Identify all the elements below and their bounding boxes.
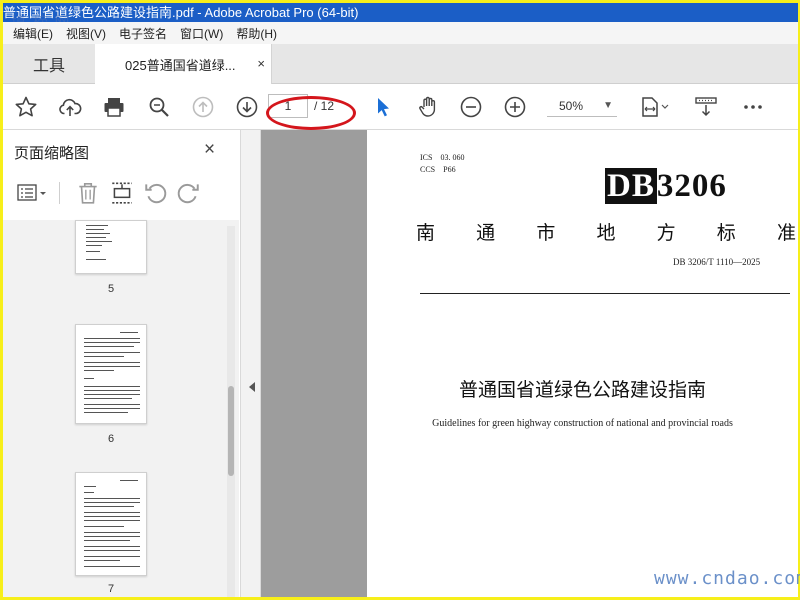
ics-value: 03. 060 bbox=[440, 153, 465, 162]
heading-char: 标 bbox=[716, 222, 736, 244]
zoom-level-value: 50% bbox=[559, 99, 584, 113]
heading-char: 通 bbox=[476, 222, 496, 244]
hand-icon[interactable] bbox=[415, 94, 441, 120]
rotate-right-icon[interactable] bbox=[175, 180, 201, 206]
heading-char: 方 bbox=[656, 222, 676, 244]
toolbar-divider bbox=[59, 182, 60, 204]
trash-icon[interactable] bbox=[75, 180, 101, 206]
insert-page-icon[interactable] bbox=[109, 180, 135, 206]
document-title-en: Guidelines for green highway constructio… bbox=[432, 418, 733, 429]
fit-page-icon[interactable] bbox=[637, 94, 673, 120]
thumbnail-page-6[interactable] bbox=[75, 324, 147, 424]
standard-number: DB 3206/T 1110—2025 bbox=[673, 257, 761, 267]
thumbnail-page-7[interactable] bbox=[75, 472, 147, 576]
db-prefix: DB bbox=[605, 168, 657, 204]
print-icon[interactable] bbox=[101, 94, 127, 120]
thumbnail-panel: 页面缩略图 × 5 6 7 bbox=[3, 130, 241, 597]
tab-close-icon[interactable]: × bbox=[257, 56, 265, 71]
header-divider bbox=[420, 293, 790, 294]
tab-document-label: 025普通国省道绿... bbox=[125, 57, 236, 73]
arrow-up-icon[interactable] bbox=[190, 94, 216, 120]
app-window: 普通国省道绿色公路建设指南.pdf - Adobe Acrobat Pro (6… bbox=[3, 3, 798, 597]
thumbnail-list: 5 6 7 bbox=[3, 220, 239, 597]
document-title-cn: 普通国省道绿色公路建设指南 bbox=[458, 379, 706, 401]
tab-bar: 工具 025普通国省道绿... × bbox=[3, 44, 798, 84]
title-bar: 普通国省道绿色公路建设指南.pdf - Adobe Acrobat Pro (6… bbox=[3, 3, 798, 22]
select-pointer-icon[interactable] bbox=[370, 94, 396, 120]
db-standard-code: DB3206 bbox=[605, 168, 727, 205]
rotate-left-icon[interactable] bbox=[143, 180, 169, 206]
zoom-out-icon[interactable] bbox=[458, 94, 484, 120]
tab-document[interactable]: 025普通国省道绿... × bbox=[95, 44, 272, 84]
standard-type-heading: 南 通 市 地 方 标 准 bbox=[416, 218, 796, 245]
heading-char: 市 bbox=[536, 222, 556, 244]
more-icon[interactable] bbox=[740, 94, 766, 120]
tab-tools[interactable]: 工具 bbox=[3, 44, 95, 84]
thumbnail-number: 6 bbox=[107, 433, 115, 445]
zoom-search-icon[interactable] bbox=[146, 94, 172, 120]
ccs-value: P66 bbox=[443, 165, 456, 174]
document-view[interactable]: ICS 03. 060 CCS P66 DB3206 南 通 市 地 方 标 准 D… bbox=[261, 130, 798, 597]
heading-char: 地 bbox=[596, 222, 616, 244]
thumbnail-page-5[interactable] bbox=[75, 220, 147, 274]
ics-ccs-block: ICS 03. 060 CCS P66 bbox=[420, 152, 464, 176]
bottom-watermark: www.cndao.com bbox=[654, 568, 800, 589]
chevron-down-icon: ▼ bbox=[603, 100, 613, 111]
heading-char: 准 bbox=[776, 222, 796, 244]
scrollbar-thumb[interactable] bbox=[228, 386, 234, 476]
zoom-level-select[interactable]: 50% ▼ bbox=[547, 95, 617, 117]
document-page: ICS 03. 060 CCS P66 DB3206 南 通 市 地 方 标 准 D… bbox=[367, 130, 798, 597]
panel-title: 页面缩略图 bbox=[14, 145, 90, 162]
panel-close-icon[interactable]: × bbox=[204, 139, 215, 161]
panel-collapse-strip[interactable] bbox=[241, 130, 261, 597]
menu-view[interactable]: 视图(V) bbox=[66, 25, 106, 42]
zoom-in-icon[interactable] bbox=[502, 94, 528, 120]
ccs-label: CCS bbox=[420, 165, 436, 174]
menu-help[interactable]: 帮助(H) bbox=[236, 25, 277, 42]
thumbnail-options-icon[interactable] bbox=[15, 180, 51, 206]
scroll-mode-icon[interactable] bbox=[693, 94, 719, 120]
thumbnail-number: 7 bbox=[107, 583, 115, 595]
menu-edit[interactable]: 编辑(E) bbox=[13, 25, 53, 42]
db-number: 3206 bbox=[656, 168, 727, 204]
menu-esign[interactable]: 电子签名 bbox=[119, 25, 167, 42]
thumbnail-number: 5 bbox=[107, 283, 115, 295]
thumbnail-scrollbar[interactable] bbox=[227, 226, 235, 597]
heading-char: 南 bbox=[416, 222, 436, 244]
menu-bar: 编辑(E) 视图(V) 电子签名 窗口(W) 帮助(H) bbox=[3, 22, 798, 44]
ics-label: ICS bbox=[420, 153, 433, 162]
menu-window[interactable]: 窗口(W) bbox=[180, 25, 223, 42]
cloud-upload-icon[interactable] bbox=[57, 94, 83, 120]
annotation-ellipse bbox=[266, 96, 356, 130]
toolbar: 1 / 12 50% ▼ bbox=[3, 84, 798, 130]
collapse-arrow-icon bbox=[249, 382, 255, 392]
arrow-down-icon[interactable] bbox=[234, 94, 260, 120]
thumbnail-toolbar bbox=[11, 180, 211, 206]
star-icon[interactable] bbox=[13, 94, 39, 120]
